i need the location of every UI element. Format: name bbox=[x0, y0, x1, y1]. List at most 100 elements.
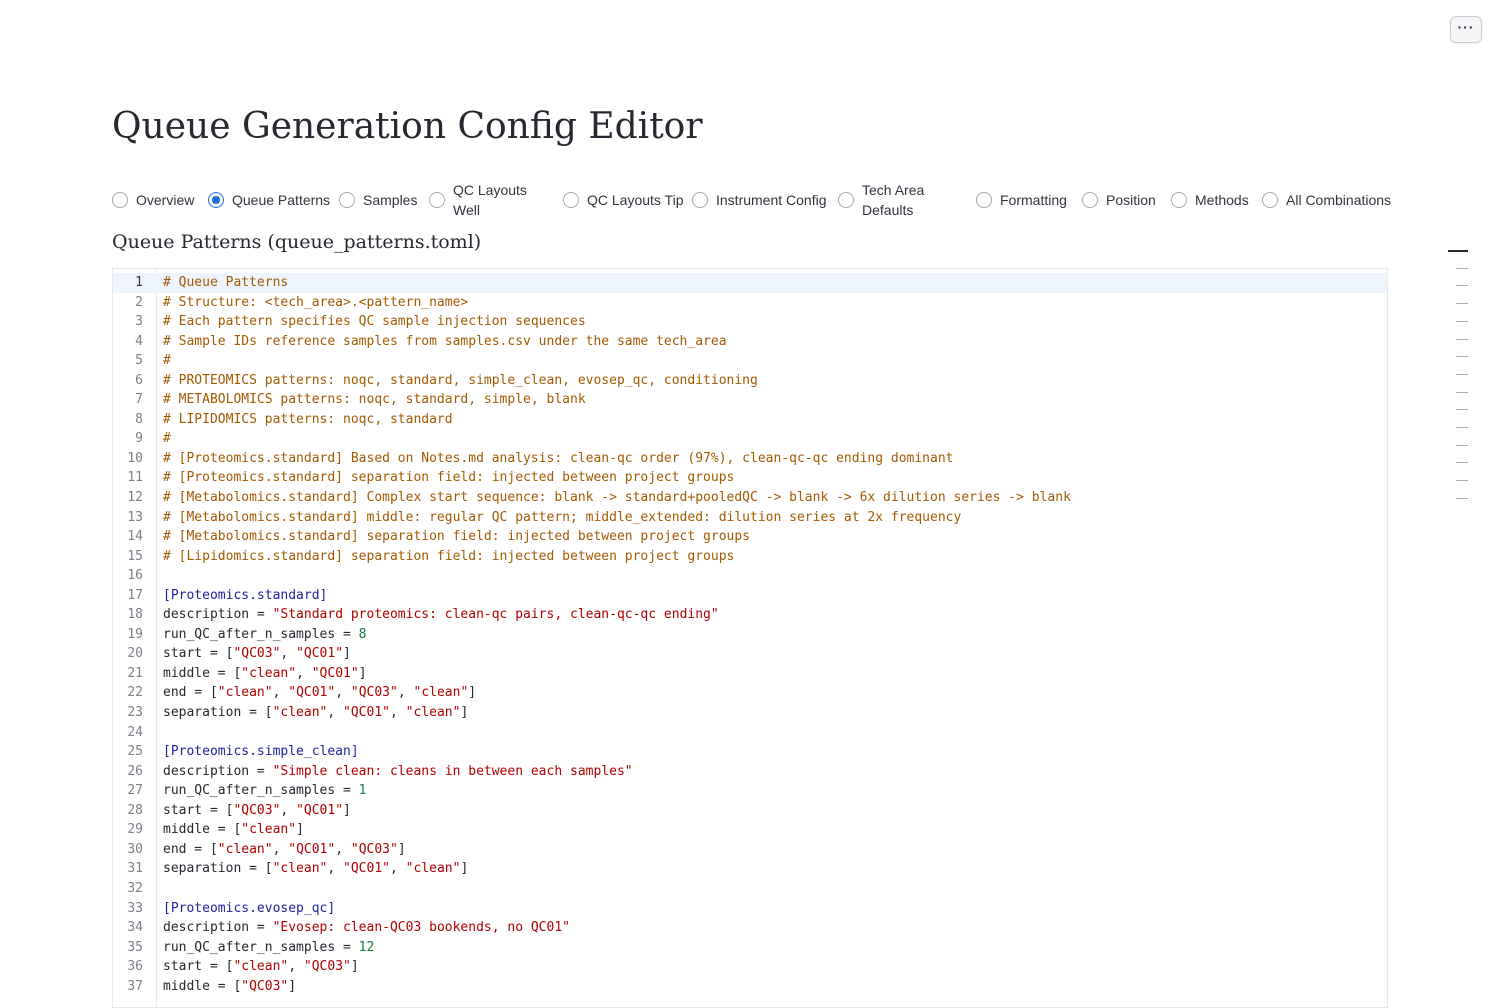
string-token: "Simple clean: cleans in between each sa… bbox=[272, 763, 633, 779]
section-header-token: [Proteomics.evosep_qc] bbox=[163, 900, 336, 916]
line-number: 5 bbox=[135, 353, 143, 369]
line-number: 6 bbox=[135, 372, 143, 388]
radio-label: QC Layouts Well bbox=[453, 182, 527, 218]
line-text: # Each pattern specifies QC sample injec… bbox=[163, 312, 586, 332]
section-header-token: [Proteomics.simple_clean] bbox=[163, 744, 359, 760]
radio-all-combinations[interactable]: All Combinations bbox=[1262, 180, 1391, 220]
code-line[interactable]: 37 middle = ["QC03"] bbox=[113, 977, 1387, 997]
radio-button-icon bbox=[1171, 192, 1187, 208]
code-line[interactable]: 18 description = "Standard proteomics: cl… bbox=[113, 605, 1387, 625]
code-line[interactable]: 21 middle = ["clean", "QC01"] bbox=[113, 664, 1387, 684]
string-token: "clean" bbox=[241, 665, 297, 681]
code-line[interactable]: 17 [Proteomics.standard] bbox=[113, 586, 1387, 606]
code-line[interactable]: 15 # [Lipidomics.standard] separation fie… bbox=[113, 547, 1387, 567]
code-line[interactable]: 4 # Sample IDs reference samples from sam… bbox=[113, 332, 1387, 352]
code-line[interactable]: 8 # LIPIDOMICS patterns: noqc, standard bbox=[113, 410, 1387, 430]
comment-token: # METABOLOMICS patterns: noqc, standard,… bbox=[163, 392, 586, 408]
string-token: "clean" bbox=[241, 822, 297, 838]
line-number: 26 bbox=[127, 763, 143, 779]
radio-button-icon bbox=[339, 192, 355, 208]
radio-position[interactable]: Position bbox=[1082, 180, 1156, 220]
line-text: start = ["clean", "QC03"] bbox=[163, 957, 359, 977]
radio-tech-area-defaults[interactable]: Tech Area Defaults bbox=[838, 180, 940, 220]
code-line[interactable]: 12 # [Metabolomics.standard] Complex star… bbox=[113, 488, 1387, 508]
minimap-mark bbox=[1448, 250, 1468, 252]
code-line[interactable]: 31 separation = ["clean", "QC01", "clean"… bbox=[113, 859, 1387, 879]
code-line[interactable]: 26 description = "Simple clean: cleans in… bbox=[113, 762, 1387, 782]
code-line[interactable]: 36 start = ["clean", "QC03"] bbox=[113, 957, 1387, 977]
string-token: "Evosep: clean-QC03 bookends, no QC01" bbox=[272, 920, 570, 936]
config-file-radio-group: Overview Queue Patterns Samples QC Layou… bbox=[112, 180, 1402, 220]
line-number: 34 bbox=[127, 920, 143, 936]
code-line[interactable]: 10 # [Proteomics.standard] Based on Notes… bbox=[113, 449, 1387, 469]
line-text: run_QC_after_n_samples = 8 bbox=[163, 625, 367, 645]
line-text: # [Metabolomics.standard] Complex start … bbox=[163, 488, 1071, 508]
code-line[interactable]: 27 run_QC_after_n_samples = 1 bbox=[113, 781, 1387, 801]
code-line[interactable]: 5 # bbox=[113, 351, 1387, 371]
code-line[interactable]: 30 end = ["clean", "QC01", "QC03"] bbox=[113, 840, 1387, 860]
code-line[interactable]: 23 separation = ["clean", "QC01", "clean"… bbox=[113, 703, 1387, 723]
code-line[interactable]: 25 [Proteomics.simple_clean] bbox=[113, 742, 1387, 762]
line-number: 22 bbox=[127, 685, 143, 701]
line-number: 13 bbox=[127, 509, 143, 525]
string-token: "QC01" bbox=[296, 802, 344, 818]
line-number: 14 bbox=[127, 529, 143, 545]
line-number: 2 bbox=[135, 294, 143, 310]
code-line[interactable]: 29 middle = ["clean"] bbox=[113, 820, 1387, 840]
radio-instrument-config[interactable]: Instrument Config bbox=[692, 180, 827, 220]
code-line[interactable]: 6 # PROTEOMICS patterns: noqc, standard, … bbox=[113, 371, 1387, 391]
radio-qc-layouts-tip[interactable]: QC Layouts Tip bbox=[563, 180, 684, 220]
code-line[interactable]: 14 # [Metabolomics.standard] separation f… bbox=[113, 527, 1387, 547]
code-token: ] bbox=[358, 665, 367, 681]
code-token: start = [ bbox=[163, 959, 234, 975]
code-content[interactable]: 1 # Queue Patterns 2 # Structure: <tech_are… bbox=[113, 273, 1387, 996]
code-line[interactable]: 32 bbox=[113, 879, 1387, 899]
code-line[interactable]: 13 # [Metabolomics.standard] middle: regu… bbox=[113, 508, 1387, 528]
code-token: ] bbox=[468, 685, 477, 701]
radio-label: Formatting bbox=[1000, 192, 1067, 208]
line-number: 21 bbox=[127, 665, 143, 681]
code-line[interactable]: 9 # bbox=[113, 429, 1387, 449]
code-line[interactable]: 7 # METABOLOMICS patterns: noqc, standard… bbox=[113, 390, 1387, 410]
code-line[interactable]: 11 # [Proteomics.standard] separation fie… bbox=[113, 468, 1387, 488]
code-line[interactable]: 19 run_QC_after_n_samples = 8 bbox=[113, 625, 1387, 645]
code-line[interactable]: 33 [Proteomics.evosep_qc] bbox=[113, 899, 1387, 919]
radio-qc-layouts-well[interactable]: QC Layouts Well bbox=[429, 180, 531, 220]
radio-samples[interactable]: Samples bbox=[339, 180, 417, 220]
section-header-token: [Proteomics.standard] bbox=[163, 587, 328, 603]
radio-button-icon bbox=[1262, 192, 1278, 208]
code-line[interactable]: 20 start = ["QC03", "QC01"] bbox=[113, 644, 1387, 664]
radio-label: Queue Patterns bbox=[232, 192, 331, 208]
code-token: , bbox=[288, 959, 304, 975]
string-token: "clean" bbox=[217, 685, 273, 701]
radio-methods[interactable]: Methods bbox=[1171, 180, 1249, 220]
string-token: "QC01" bbox=[343, 861, 390, 877]
code-line[interactable]: 22 end = ["clean", "QC01", "QC03", "clean… bbox=[113, 683, 1387, 703]
code-editor[interactable]: 1 # Queue Patterns 2 # Structure: <tech_are… bbox=[112, 268, 1388, 1008]
code-line[interactable]: 28 start = ["QC03", "QC01"] bbox=[113, 801, 1387, 821]
code-line[interactable]: 34 description = "Evosep: clean-QC03 book… bbox=[113, 918, 1387, 938]
code-line[interactable]: 3 # Each pattern specifies QC sample inje… bbox=[113, 312, 1387, 332]
radio-label: QC Layouts Tip bbox=[587, 192, 684, 208]
code-line[interactable]: 1 # Queue Patterns bbox=[113, 273, 1387, 293]
line-number: 36 bbox=[127, 959, 143, 975]
main-menu-button[interactable]: ··· bbox=[1450, 16, 1482, 43]
comment-token: # Sample IDs reference samples from samp… bbox=[163, 333, 727, 349]
radio-formatting[interactable]: Formatting bbox=[976, 180, 1067, 220]
line-number: 3 bbox=[135, 314, 143, 330]
string-token: "QC01" bbox=[288, 841, 336, 857]
minimap-mark bbox=[1456, 373, 1468, 375]
code-line[interactable]: 2 # Structure: <tech_area>.<pattern_name> bbox=[113, 293, 1387, 313]
line-number: 29 bbox=[127, 822, 143, 838]
comment-token: # Each pattern specifies QC sample injec… bbox=[163, 314, 586, 330]
code-line[interactable]: 24 bbox=[113, 723, 1387, 743]
code-line[interactable]: 35 run_QC_after_n_samples = 12 bbox=[113, 938, 1387, 958]
code-line[interactable]: 16 bbox=[113, 566, 1387, 586]
number-token: 12 bbox=[358, 939, 375, 955]
line-text: description = "Standard proteomics: clea… bbox=[163, 605, 719, 625]
radio-queue-patterns[interactable]: Queue Patterns bbox=[208, 180, 330, 220]
line-number: 8 bbox=[135, 411, 143, 427]
minimap-mark bbox=[1456, 427, 1468, 428]
radio-overview[interactable]: Overview bbox=[112, 180, 194, 220]
radio-button-icon bbox=[429, 192, 445, 208]
